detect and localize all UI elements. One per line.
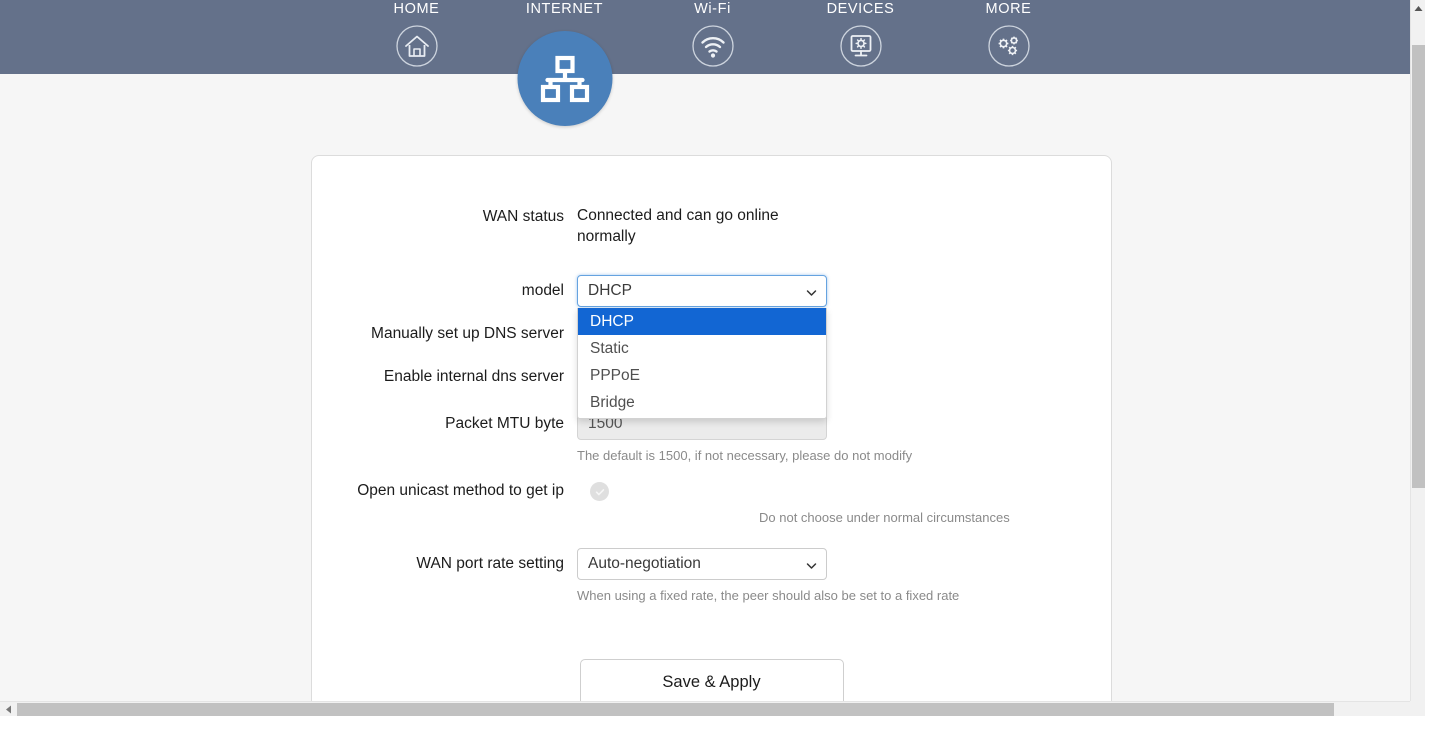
mtu-help-text: The default is 1500, if not necessary, p… (577, 448, 913, 463)
nav-item-internet[interactable]: INTERNET (491, 0, 639, 126)
nav-label-more: MORE (985, 1, 1032, 17)
main-navigation-bar: HOME INTERNET Wi-Fi DEVICES MORE (0, 0, 1425, 126)
model-select-value: DHCP (588, 282, 632, 299)
check-icon (595, 488, 604, 495)
dropdown-option-bridge[interactable]: Bridge (578, 389, 826, 416)
gears-icon (986, 23, 1032, 69)
label-manual-dns: Manually set up DNS server (371, 325, 564, 342)
page-content: WAN status Connected and can go online n… (0, 74, 1425, 716)
nav-label-wifi: Wi-Fi (694, 1, 731, 17)
nav-label-devices: DEVICES (826, 1, 895, 17)
horizontal-scrollbar-thumb[interactable] (17, 703, 1334, 716)
model-dropdown-list[interactable]: DHCP Static PPPoE Bridge (577, 308, 827, 419)
chevron-down-icon (806, 559, 817, 570)
nav-label-home: HOME (393, 1, 440, 17)
scrollbar-corner (1410, 701, 1425, 716)
label-mtu: Packet MTU byte (445, 415, 564, 432)
label-wan-status: WAN status (482, 208, 564, 225)
save-apply-button[interactable]: Save & Apply (579, 659, 844, 706)
nav-item-devices[interactable]: DEVICES (787, 0, 935, 74)
model-select[interactable]: DHCP (577, 275, 827, 307)
label-wan-rate: WAN port rate setting (416, 555, 564, 572)
home-icon (394, 23, 440, 69)
scroll-up-arrow-icon[interactable] (1411, 0, 1425, 16)
network-topology-icon (517, 31, 612, 126)
monitor-gear-icon (838, 23, 884, 69)
nav-item-wifi[interactable]: Wi-Fi (639, 0, 787, 74)
row-model: model DHCP DHCP Static PPPoE Bridge (312, 275, 1111, 419)
vertical-scrollbar[interactable] (1410, 0, 1425, 716)
browser-viewport: HOME INTERNET Wi-Fi DEVICES MORE WAN sta… (0, 0, 1425, 716)
wan-rate-select[interactable]: Auto-negotiation (577, 548, 827, 580)
label-model: model (521, 282, 564, 299)
wan-rate-help-text: When using a fixed rate, the peer should… (577, 588, 960, 603)
horizontal-scrollbar[interactable] (0, 701, 1425, 716)
wifi-icon (690, 23, 736, 69)
label-internal-dns: Enable internal dns server (383, 368, 564, 385)
nav-item-more[interactable]: MORE (935, 0, 1083, 74)
nav-label-internet: INTERNET (525, 1, 604, 17)
form-actions: Save & Apply (312, 659, 1111, 706)
unicast-checkbox[interactable] (590, 482, 609, 501)
chevron-down-icon (806, 286, 817, 297)
wan-rate-select-value: Auto-negotiation (588, 555, 701, 572)
scroll-left-arrow-icon[interactable] (0, 702, 16, 716)
unicast-help-text: Do not choose under normal circumstances (759, 510, 1010, 525)
settings-form: WAN status Connected and can go online n… (312, 156, 1111, 706)
nav-item-home[interactable]: HOME (343, 0, 491, 74)
value-wan-status: Connected and can go online normally (577, 207, 779, 245)
row-wan-status: WAN status Connected and can go online n… (312, 206, 1111, 247)
vertical-scrollbar-thumb[interactable] (1412, 45, 1425, 488)
row-unicast: Open unicast method to get ip Do not cho… (312, 480, 1111, 526)
internet-settings-card: WAN status Connected and can go online n… (311, 155, 1112, 716)
row-wan-rate: WAN port rate setting Auto-negotiation W… (312, 548, 1111, 604)
dropdown-option-static[interactable]: Static (578, 335, 826, 362)
label-unicast: Open unicast method to get ip (357, 482, 564, 499)
dropdown-option-pppoe[interactable]: PPPoE (578, 362, 826, 389)
dropdown-option-dhcp[interactable]: DHCP (578, 308, 826, 335)
